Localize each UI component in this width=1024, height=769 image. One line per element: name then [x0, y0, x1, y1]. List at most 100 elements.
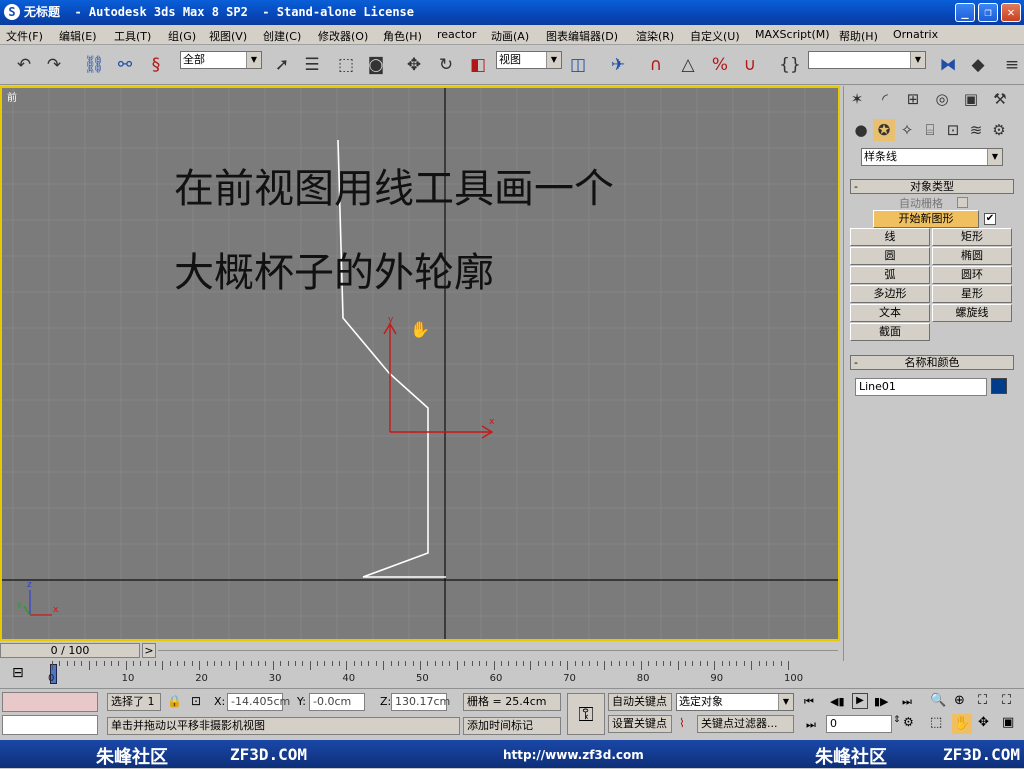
object-name-input[interactable]: Line01: [855, 378, 987, 396]
display-tab-icon[interactable]: ▣: [960, 88, 982, 110]
key-filters-button[interactable]: 关键点过滤器...: [697, 715, 794, 733]
name-color-rollout[interactable]: - 名称和颜色: [850, 355, 1014, 370]
transform-gizmo[interactable]: y x: [383, 315, 495, 439]
donut-button[interactable]: 圆环: [932, 266, 1012, 284]
motion-tab-icon[interactable]: ◎: [931, 88, 953, 110]
pan-view-icon[interactable]: ✋: [952, 714, 972, 734]
select-by-name-icon[interactable]: ☰: [300, 53, 324, 77]
text-button[interactable]: 文本: [850, 304, 930, 322]
menu-tools[interactable]: 工具(T): [114, 28, 151, 44]
frame-spinner-icon[interactable]: ⇕: [893, 715, 901, 725]
goto-end-icon[interactable]: ⏭: [902, 695, 912, 709]
ngon-button[interactable]: 多边形: [850, 285, 930, 303]
key-mode-dropdown[interactable]: 选定对象 ▼: [676, 693, 794, 711]
undo-icon[interactable]: ↶: [12, 53, 36, 77]
add-time-tag-button[interactable]: 添加时间标记: [463, 717, 561, 735]
key-mode-toggle-icon[interactable]: ⏭: [806, 718, 816, 732]
next-frame-button[interactable]: >: [142, 643, 156, 658]
ref-coord-dropdown[interactable]: 视图 ▼: [496, 51, 562, 69]
default-in-out-tangent-icon[interactable]: ⌇: [679, 716, 685, 730]
object-type-rollout[interactable]: - 对象类型: [850, 179, 1014, 194]
z-coordinate-field[interactable]: 130.17cm: [391, 693, 450, 711]
maximize-button[interactable]: ❐: [978, 3, 998, 22]
menu-modifiers[interactable]: 修改器(O): [318, 28, 368, 44]
align-icon[interactable]: ◆: [966, 53, 990, 77]
menu-create[interactable]: 创建(C): [263, 28, 301, 44]
geometry-icon[interactable]: ●: [850, 119, 872, 141]
lights-icon[interactable]: ✧: [896, 119, 918, 141]
next-frame-icon[interactable]: ▮▶: [874, 695, 889, 708]
bind-space-warp-icon[interactable]: §: [144, 53, 168, 77]
zoom-extents-icon[interactable]: ⛶: [978, 693, 987, 708]
maximize-viewport-icon[interactable]: ▣: [1002, 715, 1014, 730]
menu-character[interactable]: 角色(H): [383, 28, 422, 44]
play-icon[interactable]: ▶: [852, 693, 868, 709]
circle-button[interactable]: 圆: [850, 247, 930, 265]
menu-maxscript[interactable]: MAXScript(M): [755, 28, 830, 41]
cameras-icon[interactable]: ⌸: [919, 119, 941, 141]
utilities-tab-icon[interactable]: ⚒: [989, 88, 1011, 110]
menu-customize[interactable]: 自定义(U): [690, 28, 740, 44]
named-selection-dropdown[interactable]: ▼: [808, 51, 926, 69]
menu-animation[interactable]: 动画(A): [491, 28, 529, 44]
viewport-label[interactable]: 前: [7, 89, 17, 104]
menu-group[interactable]: 组(G): [168, 28, 196, 44]
set-key-button[interactable]: 设置关键点: [608, 715, 672, 733]
x-coordinate-field[interactable]: -14.405cm: [227, 693, 290, 711]
minimize-button[interactable]: _: [955, 3, 975, 22]
line-button[interactable]: 线: [850, 228, 930, 246]
current-frame-field[interactable]: 0: [826, 715, 892, 733]
move-icon[interactable]: ✥: [402, 53, 426, 77]
close-button[interactable]: ✕: [1001, 3, 1021, 22]
start-new-shape-button[interactable]: 开始新图形: [873, 210, 979, 228]
angle-snap-icon[interactable]: △: [676, 53, 700, 77]
ellipse-button[interactable]: 椭圆: [932, 247, 1012, 265]
section-button[interactable]: 截面: [850, 323, 930, 341]
redo-icon[interactable]: ↷: [42, 53, 66, 77]
y-coordinate-field[interactable]: -0.0cm: [309, 693, 365, 711]
menu-edit[interactable]: 编辑(E): [59, 28, 97, 44]
modify-tab-icon[interactable]: ◜: [874, 88, 896, 110]
systems-icon[interactable]: ⚙: [988, 119, 1010, 141]
region-zoom-icon[interactable]: ⬚: [930, 715, 942, 730]
menu-reactor[interactable]: reactor: [437, 28, 476, 41]
auto-key-button[interactable]: 自动关键点: [608, 693, 672, 711]
rotate-icon[interactable]: ↻: [434, 53, 458, 77]
scale-icon[interactable]: ◧: [466, 53, 490, 77]
track-bar[interactable]: ⊟ 0 10 20 30 40 50 60 70 80 90 100: [0, 661, 1024, 688]
lock-icon[interactable]: 🔒: [167, 694, 182, 708]
arc-rotate-icon[interactable]: ✥: [978, 715, 989, 730]
start-new-shape-checkbox[interactable]: ✔: [984, 213, 996, 225]
menu-file[interactable]: 文件(F): [6, 28, 43, 44]
menu-view[interactable]: 视图(V): [209, 28, 247, 44]
selection-filter-dropdown[interactable]: 全部 ▼: [180, 51, 262, 69]
helix-button[interactable]: 螺旋线: [932, 304, 1012, 322]
front-viewport[interactable]: y x z x y ✋ 前 在前视图用线工具画一个 大概杯子的外轮廓: [0, 86, 840, 641]
zoom-all-icon[interactable]: ⊕: [954, 693, 965, 708]
snaps-toggle-icon[interactable]: ∩: [644, 53, 668, 77]
layer-manager-icon[interactable]: ≡: [1000, 53, 1024, 77]
create-tab-icon[interactable]: ✶: [846, 88, 868, 110]
edit-named-selection-icon[interactable]: {}: [778, 53, 802, 77]
object-color-swatch[interactable]: [991, 378, 1007, 394]
select-link-icon[interactable]: ⛓: [82, 53, 106, 77]
rectangle-button[interactable]: 矩形: [932, 228, 1012, 246]
unlink-icon[interactable]: ⚯: [113, 53, 137, 77]
goto-start-icon[interactable]: ⏮: [804, 695, 814, 709]
rect-selection-icon[interactable]: ⬚: [334, 53, 358, 77]
helpers-icon[interactable]: ⊡: [942, 119, 964, 141]
shapes-icon[interactable]: ✪: [873, 119, 895, 141]
window-crossing-icon[interactable]: ◙: [364, 53, 388, 77]
arc-button[interactable]: 弧: [850, 266, 930, 284]
space-warps-icon[interactable]: ≋: [965, 119, 987, 141]
menu-ornatrix[interactable]: Ornatrix: [893, 28, 938, 41]
maxscript-input[interactable]: [2, 715, 98, 735]
select-object-icon[interactable]: ➚: [270, 53, 294, 77]
star-button[interactable]: 星形: [932, 285, 1012, 303]
auto-grid-checkbox[interactable]: [957, 197, 968, 208]
menu-graph-editors[interactable]: 图表编辑器(D): [546, 28, 618, 44]
menu-rendering[interactable]: 渲染(R): [636, 28, 674, 44]
spinner-snap-icon[interactable]: ∪: [738, 53, 762, 77]
percent-snap-icon[interactable]: %: [708, 53, 732, 77]
track-view-toggle-icon[interactable]: ⊟: [12, 665, 24, 681]
